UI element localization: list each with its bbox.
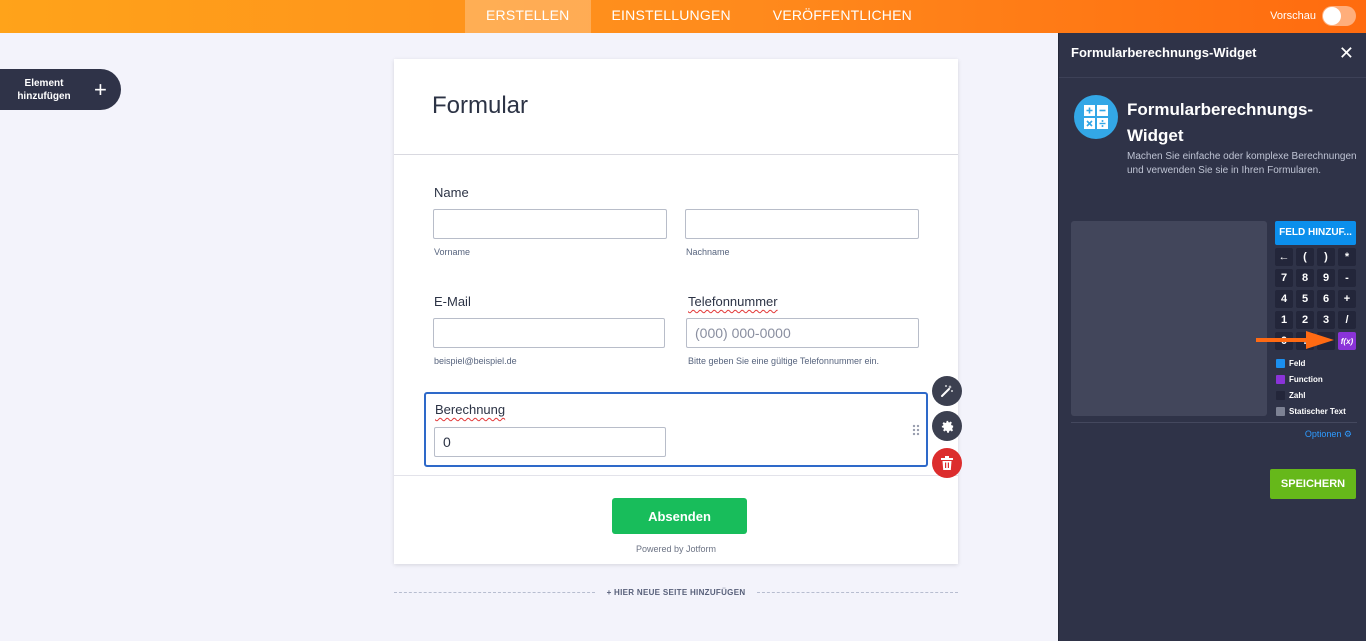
options-separator	[1071, 422, 1357, 423]
calculator-icon	[1074, 95, 1118, 139]
arrow-annotation-icon	[1256, 331, 1334, 349]
expression-editor[interactable]	[1071, 221, 1267, 416]
toggle-knob	[1323, 7, 1341, 25]
key-9[interactable]: 9	[1317, 269, 1335, 287]
add-new-page-label[interactable]: + HIER NEUE SEITE HINZUFÜGEN	[607, 588, 746, 597]
legend-static-text: Statischer Text	[1276, 403, 1346, 419]
plus-icon: +	[94, 76, 107, 102]
phone-label: Telefonnummer	[688, 294, 778, 309]
form-header: Formular	[394, 59, 958, 155]
save-button[interactable]: SPEICHERN	[1270, 469, 1356, 499]
last-name-input[interactable]	[685, 209, 919, 239]
legend-function-label: Function	[1289, 374, 1323, 384]
builder-tabs: ERSTELLEN EINSTELLUNGEN VERÖFFENTLICHEN	[465, 0, 933, 33]
preview-control: Vorschau	[1270, 5, 1356, 27]
legend-field-label: Feld	[1289, 358, 1306, 368]
swatch-number	[1276, 390, 1285, 400]
phone-sublabel: Bitte geben Sie eine gültige Telefonnumm…	[688, 356, 879, 366]
email-label: E-Mail	[434, 294, 471, 309]
options-link[interactable]: Optionen ⚙	[1305, 429, 1352, 440]
field-delete-button[interactable]	[932, 448, 962, 478]
panel-title: Formularberechnungs-Widget	[1071, 45, 1257, 60]
key-minus[interactable]: -	[1338, 269, 1356, 287]
key-open-paren[interactable]: (	[1296, 248, 1314, 266]
add-new-page[interactable]: + HIER NEUE SEITE HINZUFÜGEN	[394, 588, 958, 597]
form-title[interactable]: Formular	[432, 92, 528, 120]
calculation-label: Berechnung	[435, 402, 506, 417]
preview-toggle[interactable]	[1322, 6, 1356, 26]
legend-function: Function	[1276, 371, 1346, 387]
top-bar: ERSTELLEN EINSTELLUNGEN VERÖFFENTLICHEN …	[0, 0, 1366, 33]
add-element-button[interactable]: Element hinzufügen +	[0, 69, 121, 110]
first-name-sublabel: Vorname	[434, 247, 471, 257]
submit-button[interactable]: Absenden	[612, 498, 747, 534]
key-8[interactable]: 8	[1296, 269, 1314, 287]
close-icon[interactable]: ✕	[1339, 43, 1354, 64]
trash-icon	[941, 456, 953, 470]
preview-label: Vorschau	[1270, 10, 1316, 22]
legend-number-label: Zahl	[1289, 390, 1306, 400]
drag-handle-icon[interactable]	[912, 424, 920, 436]
field-wand-button[interactable]	[932, 376, 962, 406]
key-6[interactable]: 6	[1317, 290, 1335, 308]
form-card: Formular Name Vorname Nachname E-Mail Te…	[394, 59, 958, 564]
first-name-input[interactable]	[433, 209, 667, 239]
legend-number: Zahl	[1276, 387, 1346, 403]
phone-input[interactable]: (000) 000-0000	[686, 318, 919, 348]
key-plus[interactable]: +	[1338, 290, 1356, 308]
name-label: Name	[434, 185, 469, 200]
legend: Feld Function Zahl Statischer Text	[1276, 355, 1346, 419]
submit-divider	[394, 475, 958, 476]
key-5[interactable]: 5	[1296, 290, 1314, 308]
tab-publish[interactable]: VERÖFFENTLICHEN	[752, 0, 933, 33]
swatch-static-text	[1276, 406, 1285, 416]
magic-wand-icon	[941, 385, 953, 397]
powered-by: Powered by Jotform	[635, 544, 717, 554]
widget-name: Formularberechnungs-Widget	[1127, 100, 1314, 145]
panel-separator	[1059, 77, 1366, 78]
field-settings-button[interactable]	[932, 411, 962, 441]
key-7[interactable]: 7	[1275, 269, 1293, 287]
tab-build[interactable]: ERSTELLEN	[465, 0, 591, 33]
key-divide[interactable]: /	[1338, 311, 1356, 329]
gear-small-icon: ⚙	[1343, 429, 1352, 439]
calculation-field[interactable]: Berechnung 0	[424, 392, 928, 467]
tab-settings[interactable]: EINSTELLUNGEN	[591, 0, 752, 33]
email-sublabel: beispiel@beispiel.de	[434, 356, 517, 366]
key-close-paren[interactable]: )	[1317, 248, 1335, 266]
email-input[interactable]	[433, 318, 665, 348]
gear-icon	[941, 420, 953, 433]
dash-right	[757, 592, 958, 593]
options-label: Optionen	[1304, 429, 1342, 439]
key-multiply[interactable]: *	[1338, 248, 1356, 266]
dash-left	[394, 592, 595, 593]
add-element-label: Element hinzufügen	[17, 77, 71, 102]
widget-description: Machen Sie einfache oder komplexe Berech…	[1127, 151, 1357, 176]
key-4[interactable]: 4	[1275, 290, 1293, 308]
add-field-button[interactable]: FELD HINZUF...	[1275, 221, 1356, 245]
legend-field: Feld	[1276, 355, 1346, 371]
last-name-sublabel: Nachname	[686, 247, 730, 257]
key-backspace[interactable]: ←	[1275, 248, 1293, 266]
swatch-function	[1276, 374, 1285, 384]
legend-static-text-label: Statischer Text	[1289, 406, 1346, 416]
key-function[interactable]: f(x)	[1338, 332, 1356, 350]
swatch-field	[1276, 358, 1285, 368]
calculation-input[interactable]: 0	[434, 427, 666, 457]
